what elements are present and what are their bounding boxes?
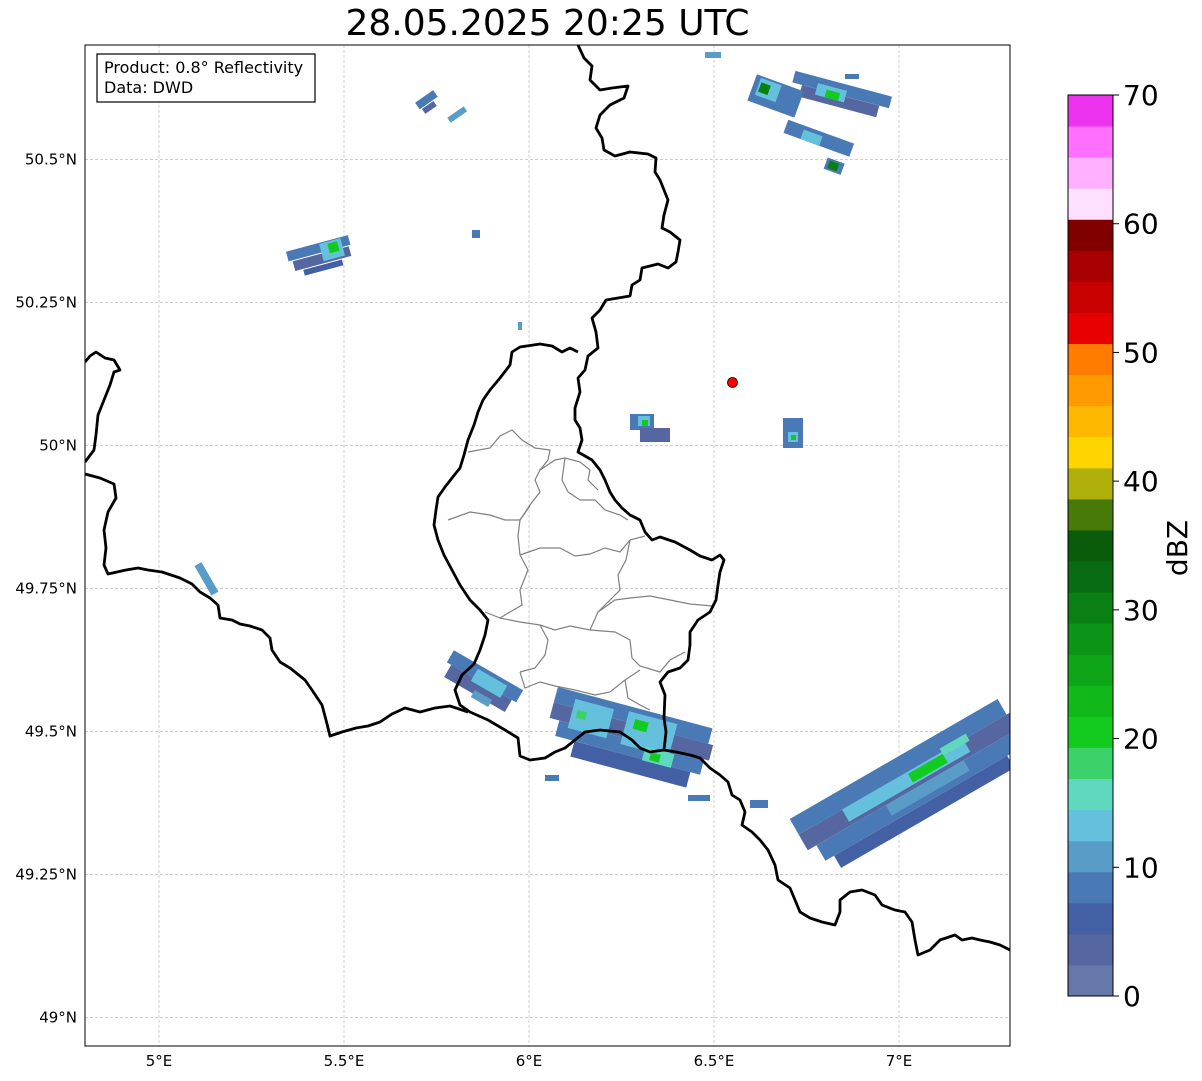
colorbar-segment	[1068, 219, 1113, 251]
colorbar-segment	[1068, 778, 1113, 811]
colorbar-segment	[1068, 561, 1113, 593]
x-tick-label: 7°E	[886, 1052, 913, 1070]
colorbar-segment	[1068, 250, 1113, 282]
colorbar-tick-label: 10	[1123, 851, 1159, 884]
colorbar-segment	[1068, 716, 1113, 748]
colorbar-tick-label: 60	[1123, 208, 1159, 241]
y-tick-label: 50°N	[39, 436, 77, 454]
colorbar-segment	[1068, 933, 1113, 966]
colorbar-tick-label: 30	[1123, 594, 1159, 627]
colorbar-segment	[1068, 467, 1113, 500]
y-tick-label: 50.5°N	[25, 150, 77, 168]
colorbar-segment	[1068, 902, 1113, 935]
echo-cell	[705, 52, 721, 58]
radar-map: 5°E 5.5°E 6°E 6.5°E 7°E 49°N 49.25°N 49.5°N 49.…	[15, 44, 1194, 1070]
info-product: Product: 0.8° Reflectivity	[104, 58, 303, 77]
colorbar-ticks: 0 10 20 30 40 50 60 70	[1113, 79, 1159, 1013]
x-tick-label: 6.5°E	[694, 1052, 735, 1070]
colorbar-segment	[1068, 747, 1113, 780]
info-data-source: Data: DWD	[104, 78, 193, 97]
colorbar-segment	[1068, 343, 1113, 376]
colorbar: 0 10 20 30 40 50 60 70 dBZ	[1067, 79, 1194, 1013]
colorbar-label: dBZ	[1161, 520, 1194, 576]
y-tick-label: 49.5°N	[25, 722, 77, 740]
x-tick-label: 5°E	[146, 1052, 173, 1070]
colorbar-segment	[1068, 126, 1113, 158]
colorbar-segment	[1068, 436, 1113, 469]
colorbar-segment	[1068, 405, 1113, 438]
colorbar-segment	[1068, 964, 1113, 997]
echo-cell	[688, 795, 710, 801]
colorbar-segment	[1068, 312, 1113, 345]
x-tick-labels: 5°E 5.5°E 6°E 6.5°E 7°E	[146, 1052, 913, 1070]
colorbar-segment	[1068, 840, 1113, 873]
y-tick-label: 49°N	[39, 1008, 77, 1026]
colorbar-segment	[1068, 685, 1113, 717]
colorbar-segment	[1068, 498, 1113, 531]
colorbar-segment	[1068, 95, 1113, 127]
y-tick-labels: 49°N 49.25°N 49.5°N 49.75°N 50°N 50.25°N 50.5°…	[15, 150, 77, 1026]
colorbar-segments	[1068, 95, 1113, 997]
y-tick-label: 49.25°N	[15, 865, 77, 883]
colorbar-tick-label: 20	[1123, 723, 1159, 756]
echo-cell	[783, 418, 803, 448]
y-tick-label: 49.75°N	[15, 579, 77, 597]
colorbar-segment	[1068, 188, 1113, 220]
radar-site-marker	[727, 377, 738, 388]
colorbar-segment	[1068, 654, 1113, 686]
x-tick-label: 6°E	[516, 1052, 543, 1070]
colorbar-segment	[1068, 809, 1113, 842]
x-tick-label: 5.5°E	[324, 1052, 365, 1070]
colorbar-segment	[1068, 529, 1113, 562]
colorbar-segment	[1068, 157, 1113, 189]
colorbar-segment	[1068, 623, 1113, 655]
info-box: Product: 0.8° Reflectivity Data: DWD	[96, 53, 316, 103]
echo-cell	[472, 230, 480, 238]
colorbar-segment	[1068, 592, 1113, 624]
y-tick-label: 50.25°N	[15, 293, 77, 311]
colorbar-tick-label: 50	[1123, 336, 1159, 369]
map-background	[85, 45, 1010, 1046]
echo-cell	[750, 800, 768, 808]
colorbar-tick-label: 70	[1123, 79, 1159, 112]
colorbar-tick-label: 40	[1123, 465, 1159, 498]
echo-cell	[545, 775, 559, 781]
echo-cell	[518, 322, 522, 330]
colorbar-tick-label: 0	[1123, 980, 1141, 1013]
colorbar-segment	[1068, 871, 1113, 904]
echo-cell	[845, 74, 859, 79]
colorbar-segment	[1068, 374, 1113, 407]
colorbar-segment	[1068, 281, 1113, 313]
